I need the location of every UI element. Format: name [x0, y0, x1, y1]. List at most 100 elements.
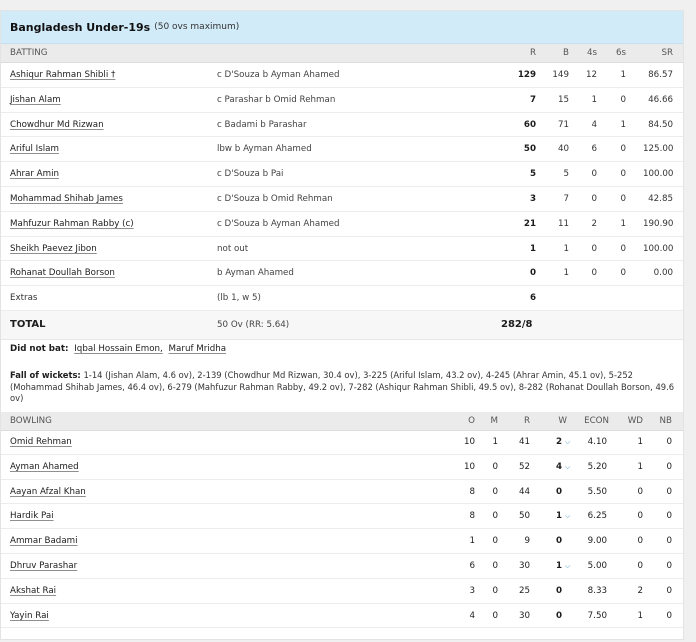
did-not-bat: Did not bat: Iqbal Hossain Emon, Maruf M…	[10, 344, 226, 354]
did-not-bat-player[interactable]: Iqbal Hossain Emon,	[74, 344, 163, 354]
bowler-econ: 4.10	[587, 437, 607, 447]
wickets-value: 4	[556, 461, 563, 472]
bowling-title: BOWLING	[10, 416, 52, 426]
bowler-econ: 9.00	[587, 536, 607, 547]
batter-balls: 7	[563, 193, 569, 204]
batter-runs: 60	[523, 119, 536, 130]
bowler-name[interactable]: Yayin Rai	[10, 604, 49, 628]
extras-detail: (lb 1, w 5)	[217, 293, 261, 304]
bowler-runs: 25	[518, 585, 530, 596]
batting-row: Rohanat Doullah Borson b Ayman Ahamed 0 1 0 0…	[1, 261, 683, 287]
batter-strike-rate: 84.50	[648, 119, 673, 130]
batter-fours: 0	[591, 243, 597, 254]
bowler-noballs: 0	[666, 585, 672, 596]
batter-fours: 6	[591, 144, 597, 155]
bowler-wickets[interactable]: 1 ⌵	[556, 554, 570, 578]
bowler-econ: 6.25	[587, 511, 607, 522]
bowler-name[interactable]: Omid Rehman	[10, 430, 72, 454]
bowler-econ: 5.00	[587, 560, 607, 571]
batting-row: Ashiqur Rahman Shibli † c D'Souza b Ayman…	[1, 63, 683, 88]
bowler-name[interactable]: Ayman Ahamed	[10, 455, 79, 479]
extras-label: Extras	[10, 293, 38, 304]
batter-name[interactable]: Sheikh Paevez Jibon	[10, 237, 97, 261]
batter-fours: 0	[591, 193, 597, 204]
bowler-wides: 0	[637, 486, 643, 497]
bowler-wides: 1	[637, 610, 643, 621]
batter-balls: 40	[557, 144, 569, 155]
bowler-name[interactable]: Ammar Badami	[10, 529, 78, 553]
batting-row: Chowdhur Md Rizwan c Badami b Parashar 60 7…	[1, 113, 683, 138]
dismissal: c Badami b Parashar	[217, 119, 307, 130]
fours-header: 4s	[586, 48, 597, 58]
bowler-wickets[interactable]: 4 ⌵	[556, 455, 570, 479]
bowler-name[interactable]: Hardik Pai	[10, 504, 54, 528]
bowler-noballs: 0	[666, 437, 672, 447]
batter-fours: 12	[585, 70, 597, 80]
batter-fours: 2	[591, 218, 597, 229]
runs-conceded-header: R	[523, 416, 530, 426]
sr-header: SR	[661, 48, 673, 58]
extras-value: 6	[529, 293, 536, 304]
wickets-value: 1	[556, 511, 563, 522]
bowler-name[interactable]: Aayan Afzal Khan	[10, 480, 86, 504]
batter-strike-rate: 190.90	[643, 218, 674, 229]
batter-name[interactable]: Mahfuzur Rahman Rabby (c)	[10, 212, 134, 236]
bowler-maidens: 0	[492, 511, 498, 522]
batter-strike-rate: 86.57	[648, 70, 673, 80]
bowler-wickets: 0	[556, 480, 562, 504]
bowler-name[interactable]: Dhruv Parashar	[10, 554, 77, 578]
did-not-bat-player[interactable]: Maruf Mridha	[169, 344, 227, 354]
bowler-maidens: 1	[492, 437, 498, 447]
batter-runs: 1	[529, 243, 536, 254]
bowler-name[interactable]: Akshat Rai	[10, 579, 56, 603]
batter-name[interactable]: Rohanat Doullah Borson	[10, 261, 115, 285]
batting-row: Mohammad Shihab James c D'Souza b Omid Re…	[1, 187, 683, 212]
batter-name[interactable]: Ahrar Amin	[10, 162, 59, 186]
bowling-row: Ammar Badami 1 0 9 0 9.00 0 0	[1, 529, 683, 554]
batter-name[interactable]: Ashiqur Rahman Shibli †	[10, 63, 115, 87]
wickets-value: 0	[556, 486, 563, 497]
chevron-down-icon[interactable]: ⌵	[565, 562, 570, 570]
innings-header[interactable]: Bangladesh Under-19s (50 ovs maximum)	[1, 11, 683, 44]
batting-body: Ashiqur Rahman Shibli † c D'Souza b Ayman…	[1, 63, 683, 287]
batter-name[interactable]: Mohammad Shihab James	[10, 187, 123, 211]
batter-name[interactable]: Chowdhur Md Rizwan	[10, 113, 104, 137]
scorecard-card: Bangladesh Under-19s (50 ovs maximum) BA…	[0, 10, 684, 640]
batter-runs: 0	[529, 268, 536, 279]
batting-header-row: BATTING R B 4s 6s SR	[1, 44, 683, 63]
wickets-value: 0	[556, 585, 563, 596]
dismissal: c D'Souza b Ayman Ahamed	[217, 70, 340, 80]
batter-runs: 21	[523, 218, 536, 229]
bowler-noballs: 0	[666, 610, 672, 621]
batter-name[interactable]: Ariful Islam	[10, 137, 59, 161]
batter-name[interactable]: Jishan Alam	[10, 88, 61, 112]
bowler-runs: 9	[524, 536, 530, 547]
bowling-row: Yayin Rai 4 0 30 0 7.50 1 0	[1, 604, 683, 629]
bowler-econ: 7.50	[587, 610, 607, 621]
bowler-wides: 1	[637, 437, 643, 447]
chevron-down-icon[interactable]: ⌵	[565, 463, 570, 471]
maidens-header: M	[490, 416, 499, 426]
batter-sixes: 1	[620, 119, 626, 130]
dismissal: c Parashar b Omid Rehman	[217, 94, 336, 105]
batter-strike-rate: 100.00	[643, 243, 674, 254]
bowler-maidens: 0	[492, 610, 498, 621]
batter-sixes: 0	[620, 268, 626, 279]
bowler-maidens: 0	[492, 560, 498, 571]
dismissal: c D'Souza b Ayman Ahamed	[217, 218, 340, 229]
total-label: TOTAL	[10, 318, 46, 330]
bowler-wickets[interactable]: 1 ⌵	[556, 504, 570, 528]
batter-strike-rate: 100.00	[643, 169, 674, 180]
batter-sixes: 1	[620, 218, 626, 229]
bowler-noballs: 0	[666, 560, 672, 571]
bowler-noballs: 0	[666, 461, 672, 472]
bowling-row: Aayan Afzal Khan 8 0 44 0 5.50 0 0	[1, 480, 683, 505]
batting-row: Jishan Alam c Parashar b Omid Rehman 7 15 1 0…	[1, 88, 683, 113]
chevron-down-icon[interactable]: ⌵	[565, 512, 570, 520]
bowler-runs: 44	[518, 486, 530, 497]
bowler-wickets[interactable]: 2 ⌵	[556, 430, 570, 454]
chevron-down-icon[interactable]: ⌵	[565, 438, 570, 446]
bowler-wickets: 0	[556, 579, 562, 603]
bowler-maidens: 0	[492, 461, 498, 472]
bowling-row: Akshat Rai 3 0 25 0 8.33 2 0	[1, 579, 683, 604]
